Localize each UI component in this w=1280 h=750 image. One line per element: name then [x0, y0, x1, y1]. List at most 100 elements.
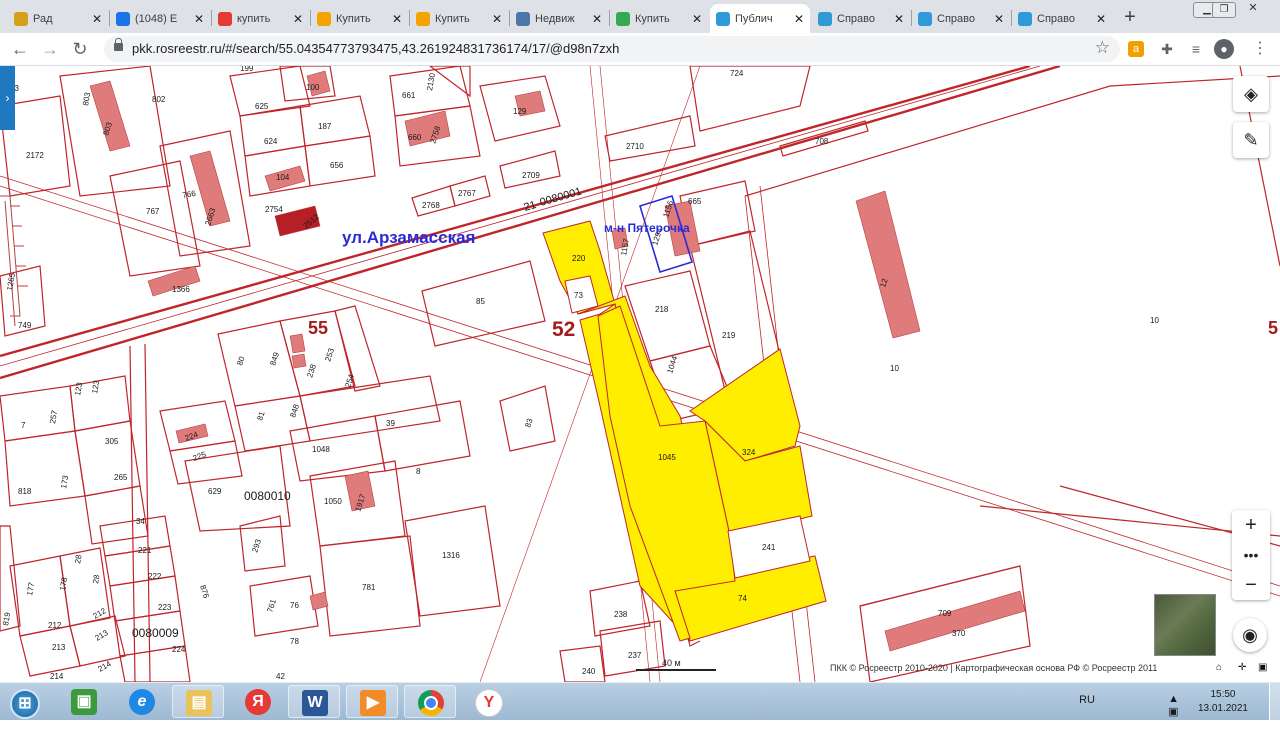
- tab-2[interactable]: купить ✕: [212, 4, 309, 33]
- locate-icon[interactable]: ✛: [1238, 662, 1246, 673]
- svg-text:177: 177: [25, 581, 36, 596]
- satellite-minimap[interactable]: [1154, 594, 1216, 656]
- profile-avatar-icon[interactable]: ●: [1214, 39, 1234, 59]
- home-icon[interactable]: ⌂: [1216, 662, 1222, 673]
- compass-icon[interactable]: ◉: [1233, 618, 1267, 652]
- start-button[interactable]: ⊞: [2, 685, 46, 719]
- district-number-55: 55: [308, 318, 328, 338]
- svg-text:819: 819: [1, 611, 12, 626]
- taskbar-word[interactable]: W: [288, 685, 340, 718]
- tab-label: Справо: [1037, 12, 1075, 25]
- browser-tab-bar: Рад ✕ (1048) E ✕ купить ✕ Купить ✕ Купить ✕ Недвиж…: [0, 0, 1280, 33]
- forward-icon[interactable]: →: [38, 37, 62, 61]
- taskbar-app-store[interactable]: ▣: [58, 685, 110, 718]
- tab-close-icon[interactable]: ✕: [291, 12, 305, 26]
- cadastral-map[interactable]: 220 73 218 219 1045 324 241 74 238 237 240 85 1…: [0, 66, 1280, 682]
- svg-text:10: 10: [1150, 316, 1159, 325]
- svg-text:173: 173: [59, 474, 70, 489]
- svg-text:708: 708: [815, 137, 829, 146]
- back-icon[interactable]: ←: [8, 37, 32, 61]
- language-indicator[interactable]: RU: [1079, 694, 1095, 706]
- layers-icon[interactable]: ◈: [1233, 76, 1269, 112]
- grid-icon: [616, 11, 630, 26]
- tab-0[interactable]: Рад ✕: [8, 4, 108, 33]
- address-bar[interactable]: pkk.rosreestr.ru/#/search/55.04354773793…: [104, 36, 1120, 62]
- browser-toolbar: ← → ↻ pkk.rosreestr.ru/#/search/55.04354…: [0, 33, 1280, 66]
- svg-text:724: 724: [730, 69, 744, 78]
- svg-text:73: 73: [574, 291, 583, 300]
- svg-text:665: 665: [688, 197, 702, 206]
- svg-text:123: 123: [73, 381, 84, 396]
- maximize-button[interactable]: ❐: [1212, 2, 1236, 18]
- tab-close-icon[interactable]: ✕: [390, 12, 404, 26]
- taskbar-media-player[interactable]: ▶: [346, 685, 398, 718]
- svg-text:219: 219: [722, 331, 736, 340]
- reload-icon[interactable]: ↻: [68, 37, 92, 61]
- shopping-extension-icon[interactable]: a: [1128, 41, 1144, 57]
- tab-label: купить: [237, 12, 271, 25]
- tab-6[interactable]: Купить ✕: [610, 4, 708, 33]
- tab-3[interactable]: Купить ✕: [311, 4, 408, 33]
- tab-close-icon[interactable]: ✕: [992, 12, 1006, 26]
- tab-label: Справо: [837, 12, 875, 25]
- svg-text:123: 123: [90, 379, 101, 394]
- tab-close-icon[interactable]: ✕: [690, 12, 704, 26]
- tab-close-icon[interactable]: ✕: [192, 12, 206, 26]
- svg-text:213: 213: [94, 628, 111, 643]
- tab-9[interactable]: Справо ✕: [912, 4, 1010, 33]
- tab-close-icon[interactable]: ✕: [90, 12, 104, 26]
- svg-text:8: 8: [416, 467, 421, 476]
- svg-text:39: 39: [386, 419, 395, 428]
- zoom-out-button[interactable]: −: [1232, 570, 1270, 600]
- close-window-button[interactable]: ✕: [1238, 2, 1268, 16]
- lock-icon: [114, 38, 123, 51]
- street-label: ул.Арзамасская: [342, 228, 475, 247]
- tab-10[interactable]: Справо ✕: [1012, 4, 1112, 33]
- tab-5[interactable]: Недвиж ✕: [510, 4, 608, 33]
- tab-close-icon[interactable]: ✕: [590, 12, 604, 26]
- tab-label: Купить: [435, 12, 470, 25]
- svg-text:129: 129: [513, 107, 527, 116]
- svg-text:1050: 1050: [324, 497, 342, 506]
- tab-4[interactable]: Купить ✕: [410, 4, 508, 33]
- taskbar-yandex[interactable]: Y: [462, 685, 514, 718]
- svg-text:265: 265: [114, 473, 128, 482]
- svg-text:2754: 2754: [265, 205, 283, 214]
- taskbar-internet-explorer[interactable]: e: [116, 685, 168, 718]
- tab-close-icon[interactable]: ✕: [490, 12, 504, 26]
- svg-text:199: 199: [240, 66, 254, 73]
- svg-text:238: 238: [614, 610, 628, 619]
- tab-7[interactable]: Публич ✕: [710, 4, 810, 33]
- fullscreen-icon[interactable]: ▣: [1258, 662, 1267, 673]
- tab-close-icon[interactable]: ✕: [892, 12, 906, 26]
- tab-8[interactable]: Справо ✕: [812, 4, 910, 33]
- taskbar-file-explorer[interactable]: ▤: [172, 685, 224, 718]
- svg-text:225: 225: [192, 450, 208, 463]
- svg-text:761: 761: [265, 598, 278, 614]
- svg-text:0080001: 0080001: [539, 186, 583, 209]
- tab-1[interactable]: (1048) E ✕: [110, 4, 210, 33]
- menu-kebab-icon[interactable]: ⋮: [1250, 39, 1270, 59]
- tab-close-icon[interactable]: ✕: [792, 12, 806, 26]
- svg-text:818: 818: [18, 487, 32, 496]
- tab-label: Публич: [735, 12, 773, 25]
- map-canvas[interactable]: 22073 218219 1045324 24174 238237240 851…: [0, 66, 1280, 682]
- more-options-icon[interactable]: •••: [1232, 540, 1270, 570]
- extensions-puzzle-icon[interactable]: ✚: [1157, 39, 1177, 59]
- copyright-text: ПКК © Росреестр 2010-2020 | Картографиче…: [830, 663, 1158, 673]
- zoom-in-button[interactable]: +: [1232, 510, 1270, 540]
- tab-close-icon[interactable]: ✕: [1094, 12, 1108, 26]
- ruler-icon[interactable]: ✎: [1233, 122, 1269, 158]
- sidebar-toggle-tab[interactable]: ›: [0, 66, 15, 130]
- clock[interactable]: 15:50 13.01.2021: [1198, 688, 1248, 716]
- bookmark-star-icon[interactable]: ☆: [1095, 38, 1110, 58]
- show-desktop-button[interactable]: [1269, 683, 1280, 721]
- district-number-5: 5: [1268, 318, 1278, 338]
- svg-text:709: 709: [938, 609, 952, 618]
- svg-text:1366: 1366: [172, 285, 190, 294]
- house-icon: [317, 11, 331, 26]
- taskbar-yandex-browser[interactable]: Я: [232, 685, 284, 718]
- media-control-icon[interactable]: ≡: [1186, 39, 1206, 59]
- taskbar-chrome[interactable]: [404, 685, 456, 718]
- new-tab-button[interactable]: +: [1118, 5, 1142, 29]
